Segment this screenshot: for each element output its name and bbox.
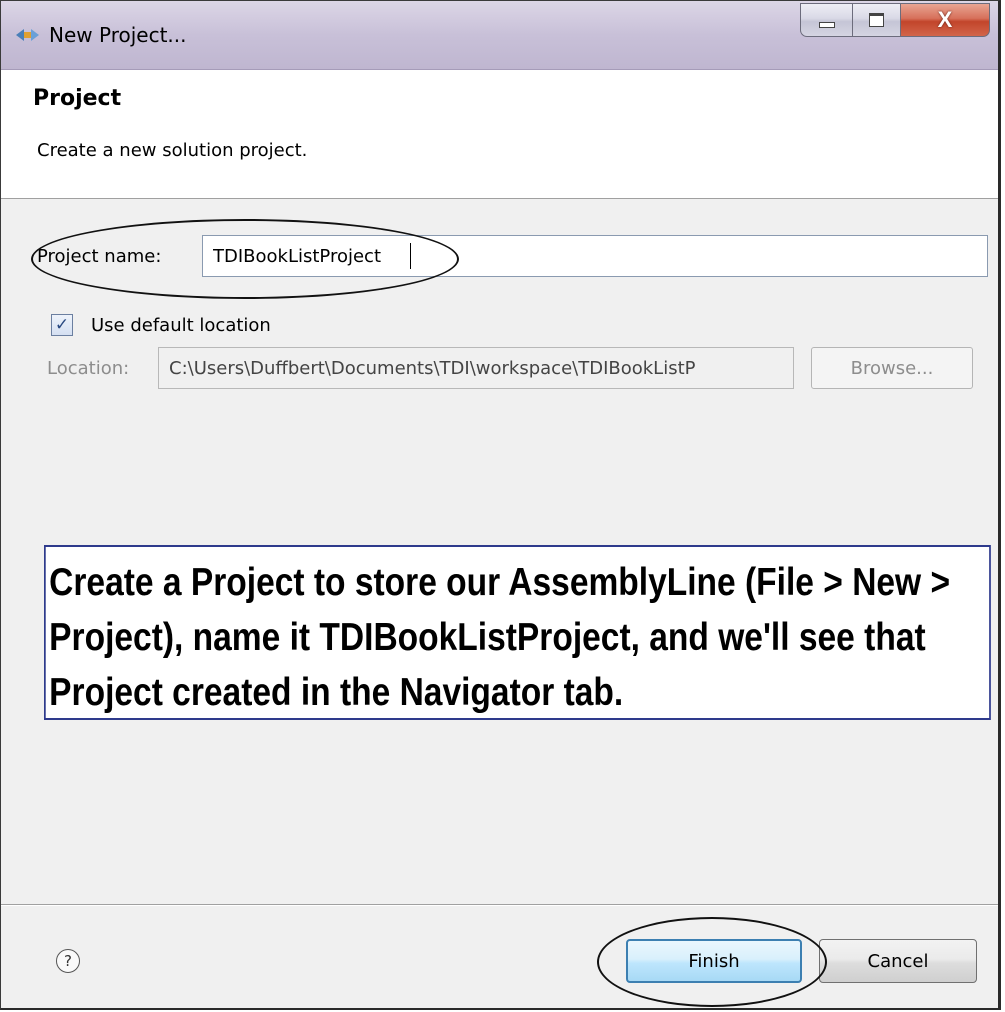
new-project-icon: [16, 29, 39, 41]
page-title: Project: [33, 86, 122, 111]
use-default-location-label: Use default location: [91, 315, 271, 336]
help-icon[interactable]: ?: [56, 949, 80, 973]
title-bar[interactable]: New Project... X: [1, 1, 998, 70]
cancel-button[interactable]: Cancel: [819, 939, 977, 983]
minimize-button[interactable]: [800, 3, 852, 37]
window-controls: X: [800, 3, 990, 39]
page-description: Create a new solution project.: [37, 140, 308, 161]
highlight-oval-finish: [597, 917, 827, 1007]
minimize-icon: [818, 22, 835, 28]
footer-divider-highlight: [1, 905, 998, 906]
highlight-oval-project-name: [31, 219, 459, 299]
use-default-location-checkbox[interactable]: ✓: [51, 314, 73, 336]
location-input: [158, 347, 794, 389]
maximize-button[interactable]: [852, 3, 900, 37]
wizard-header: Project Create a new solution project.: [1, 70, 998, 199]
location-label: Location:: [47, 358, 130, 379]
close-icon: X: [937, 7, 953, 32]
maximize-icon: [869, 13, 884, 27]
close-button[interactable]: X: [900, 3, 990, 37]
new-project-dialog: New Project... X Project Create a new so…: [0, 0, 1001, 1010]
browse-button: Browse...: [811, 347, 973, 389]
window-title: New Project...: [49, 23, 187, 47]
annotation-callout: Create a Project to store our AssemblyLi…: [44, 545, 991, 720]
